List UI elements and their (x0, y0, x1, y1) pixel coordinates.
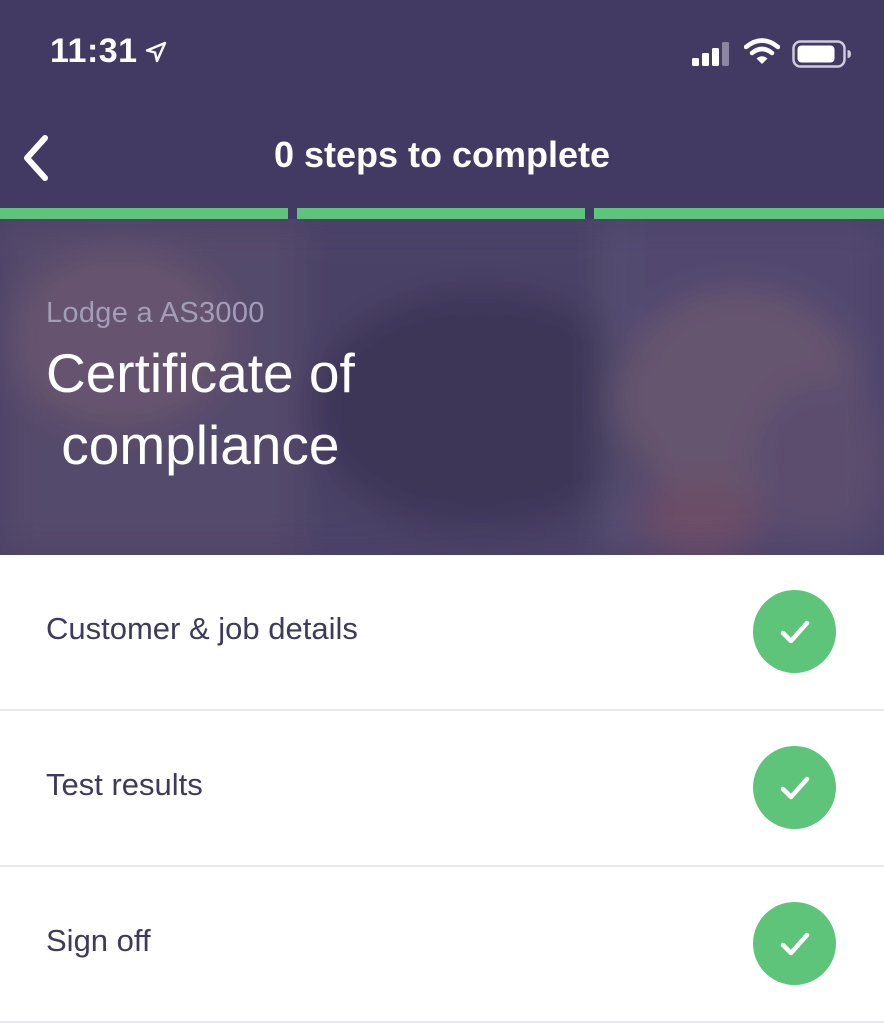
page-title: 0 steps to complete (273, 134, 611, 175)
battery-icon (792, 40, 851, 68)
cellular-signal-icon (692, 42, 729, 66)
location-arrow-icon (145, 41, 167, 63)
progress-segment (594, 208, 884, 219)
step-item-customer-job-details[interactable]: Customer & job details (0, 555, 884, 711)
step-item-sign-off[interactable]: Sign off (0, 867, 884, 1023)
hero-banner: Lodge a AS3000 Certificate of compliance (0, 219, 884, 555)
step-label: Test results (46, 767, 203, 802)
progress-segment (297, 208, 585, 219)
status-bar: 11:31 (0, 0, 884, 100)
hero-title: Certificate of compliance (46, 342, 355, 476)
check-circle-icon (753, 746, 836, 829)
wifi-icon (744, 38, 780, 64)
step-label: Sign off (46, 923, 151, 958)
progress-bar (0, 208, 884, 219)
check-circle-icon (753, 902, 836, 985)
navigation-bar: 0 steps to complete (0, 110, 884, 200)
check-circle-icon (753, 590, 836, 673)
header: 11:31 0 steps to complete (0, 0, 884, 208)
app-screen: 11:31 0 steps to complete Lodge a AS3000… (0, 0, 884, 1024)
status-time: 11:31 (50, 32, 138, 70)
hero-subtitle: Lodge a AS3000 (46, 297, 265, 329)
step-item-test-results[interactable]: Test results (0, 711, 884, 867)
steps-list: Customer & job details Test results Sign… (0, 555, 884, 1023)
progress-segment (0, 208, 288, 219)
step-label: Customer & job details (46, 611, 358, 646)
